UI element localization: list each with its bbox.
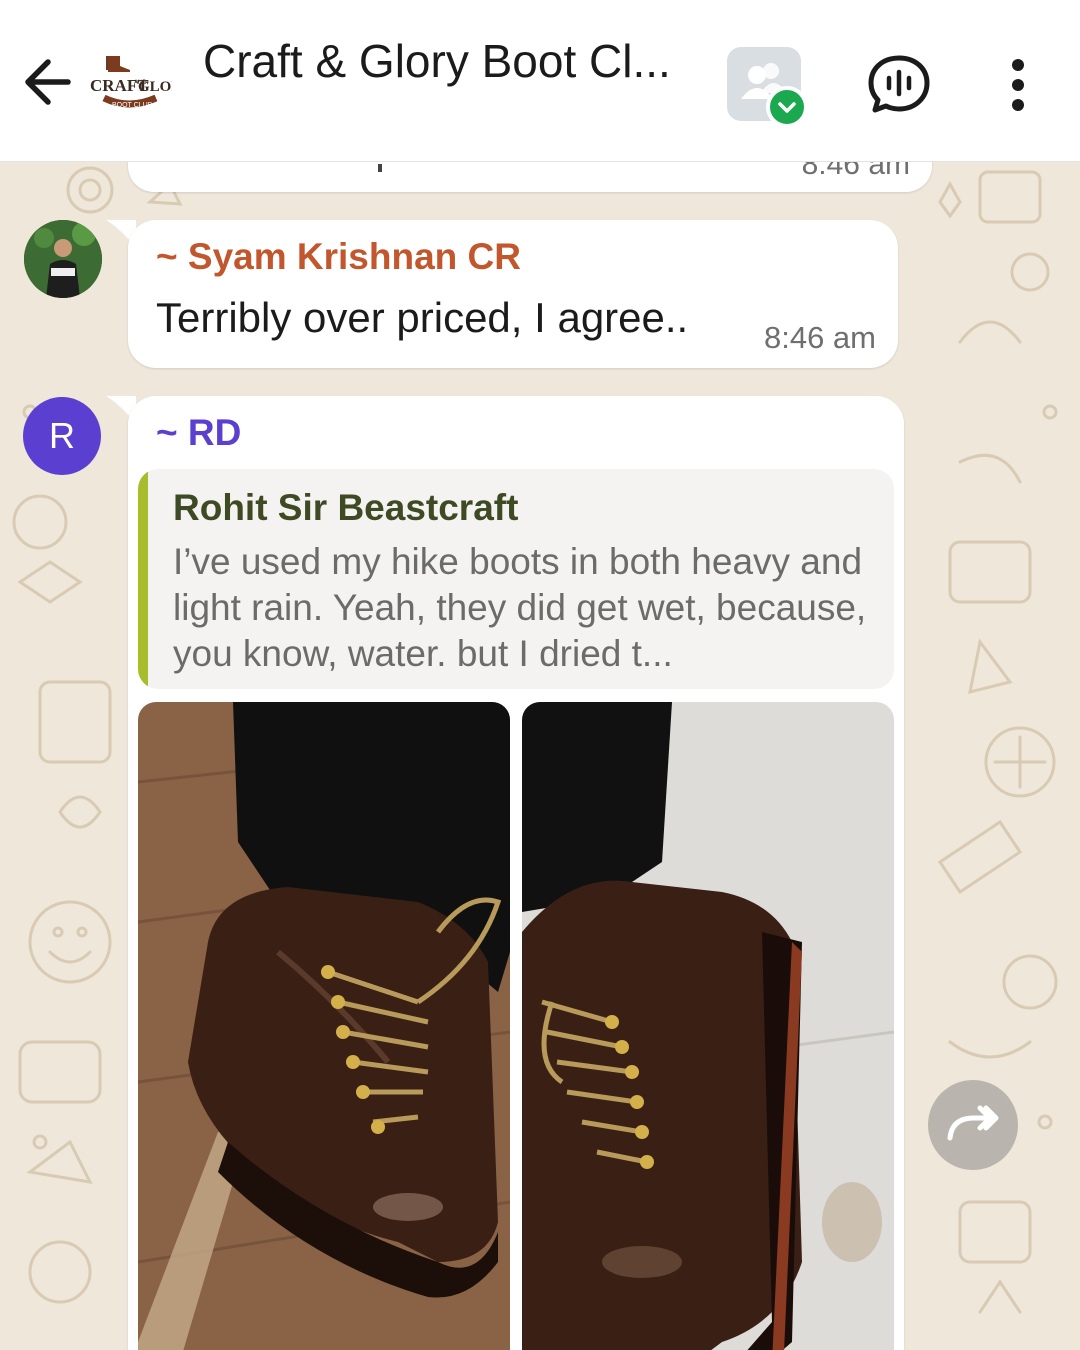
voice-chat-icon	[868, 55, 930, 113]
avatar-photo	[24, 220, 102, 298]
logo-text-bootclub: BOOT CLUB	[112, 102, 153, 109]
community-badge	[766, 86, 808, 128]
image-attachment[interactable]	[138, 702, 510, 1350]
message-time: 8:46 am	[801, 162, 910, 181]
quoted-text: I’ve used my hike boots in both heavy an…	[173, 541, 867, 674]
avatar[interactable]	[24, 220, 102, 298]
chat-area[interactable]: 8:46 am ~ Syam Krishnan CR Terribly over…	[0, 162, 1080, 1350]
quoted-message[interactable]: Rohit Sir Beastcraft I’ve used my hike b…	[138, 469, 894, 689]
group-title[interactable]: Craft & Glory Boot Cl...	[203, 34, 693, 88]
message-bubble[interactable]: ~ Syam Krishnan CR Terribly over priced,…	[128, 220, 898, 368]
arrow-left-icon	[25, 59, 71, 105]
voice-chat-button[interactable]	[866, 52, 932, 116]
checkmark-chevron-icon	[778, 102, 796, 113]
forward-icon	[947, 1105, 999, 1141]
forward-button[interactable]	[928, 1080, 1018, 1170]
message-bubble[interactable]: ~ RD Rohit Sir Beastcraft I’ve used my h…	[128, 396, 904, 1350]
boot-photo-wood-floor	[138, 702, 510, 1350]
avatar[interactable]: R	[23, 397, 101, 475]
group-avatar[interactable]: CRAFT AND GLORY BOOT CLUB	[86, 52, 193, 114]
sender-name[interactable]: ~ Syam Krishnan CR	[156, 236, 521, 278]
previous-message-fragment	[378, 164, 382, 172]
message-time: 8:46 am	[763, 320, 876, 355]
previous-message-bubble[interactable]: 8:46 am	[128, 162, 932, 192]
more-options-button[interactable]	[1000, 55, 1036, 115]
logo-text-glory: GLORY	[138, 79, 172, 95]
boot-photo-tile-floor	[522, 702, 894, 1350]
back-button[interactable]	[18, 50, 78, 114]
message-text: Terribly over priced, I agree..	[156, 294, 689, 341]
chat-header: CRAFT AND GLORY BOOT CLUB Craft & Glory …	[0, 0, 1080, 162]
quoted-author: Rohit Sir Beastcraft	[173, 487, 519, 528]
sender-name[interactable]: ~ RD	[156, 412, 241, 454]
image-attachment[interactable]	[522, 702, 894, 1350]
quote-accent-bar	[138, 469, 148, 689]
more-vertical-icon	[1012, 59, 1024, 111]
